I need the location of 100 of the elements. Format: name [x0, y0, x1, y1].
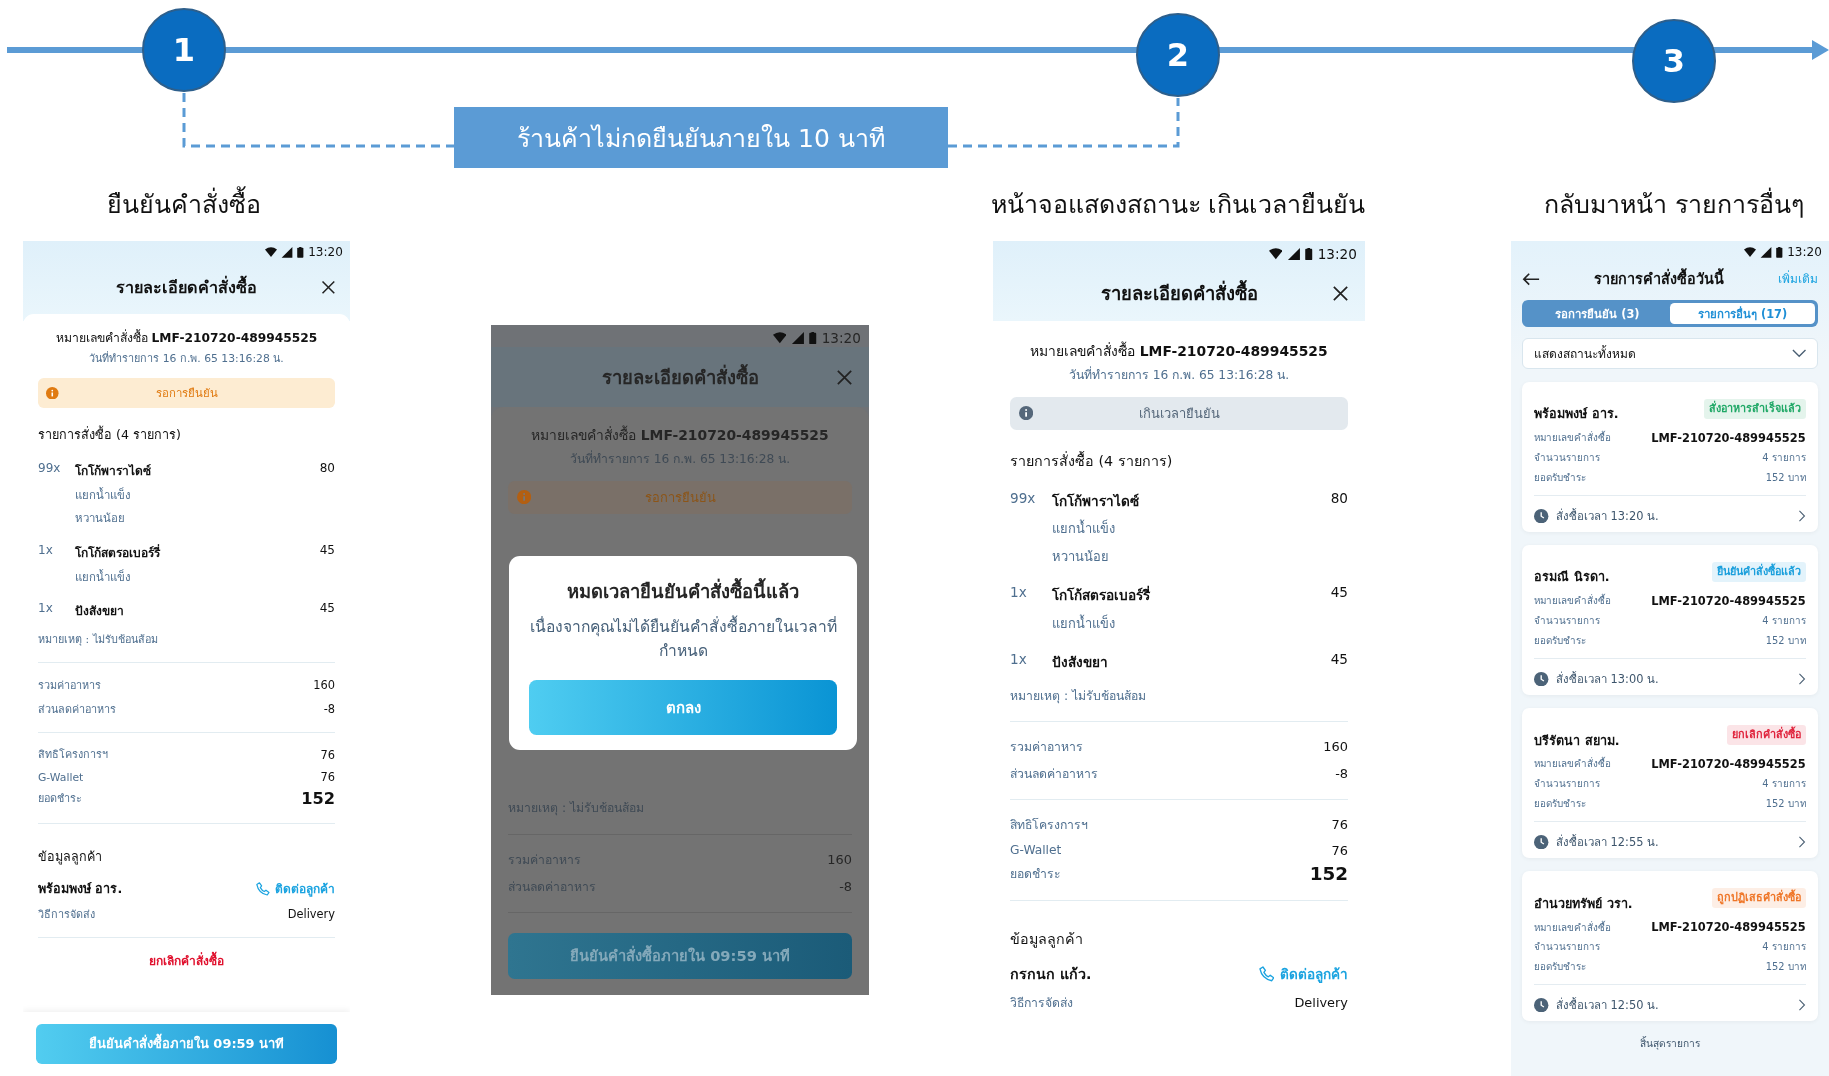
item-count: 4 รายการ: [1762, 940, 1806, 955]
status-tag: ถูกปฏิเสธคำสั่งซื้อ: [1711, 887, 1806, 908]
chevron-right-icon: [1798, 509, 1806, 522]
more-link[interactable]: เพิ่มเติม: [1778, 269, 1819, 289]
delivery-label: วิธีการจัดส่ง: [38, 906, 95, 923]
item-quantity: 1x: [38, 542, 54, 559]
item-count: 4 รายการ: [1762, 614, 1806, 629]
summary-value: 160: [313, 678, 335, 693]
order-number: หมายเลขคำสั่งซื้อ LMF-210720-489945525: [54, 328, 319, 347]
close-icon[interactable]: [1331, 283, 1351, 303]
order-time: สั่งซื้อเวลา 12:55 น.: [1555, 833, 1660, 852]
item-price: 45: [1330, 584, 1348, 603]
total-value: 152: [1309, 862, 1348, 884]
amount-value: 152 บาท: [1765, 797, 1806, 812]
battery-icon: [1305, 247, 1313, 260]
item-option: แยกน้ำแข็ง: [75, 485, 320, 504]
customer-name: บรีรัตนา สยาม.: [1534, 731, 1620, 750]
phone-icon[interactable]: [256, 881, 270, 896]
status-time: 13:20: [1317, 245, 1357, 262]
item-name: โกโก้พาราไดซ์: [75, 462, 153, 480]
order-note: หมายเหตุ : ไม่รับช้อนส้อม: [38, 631, 159, 648]
summary-label: รวมค่าอาหาร: [38, 677, 101, 694]
chevron-right-icon: [1798, 673, 1806, 685]
step-number: 3: [1632, 19, 1716, 103]
status-filter-dropdown[interactable]: แสดงสถานะทั้งหมด: [1521, 338, 1819, 370]
status-tag: ยกเลิกคำสั่งซื้อ: [1726, 724, 1806, 745]
signal-icon: [791, 331, 805, 344]
battery-icon: [809, 331, 817, 344]
item-name: ปังสังขยา: [1052, 653, 1110, 673]
item-option: หวานน้อย: [75, 509, 320, 528]
payment-label: สิทธิโครงการฯ: [1010, 817, 1088, 835]
amount-label: ยอดรับชำระ: [1534, 634, 1587, 648]
wifi-icon: [1744, 247, 1757, 258]
phone-icon[interactable]: [1258, 966, 1275, 982]
battery-icon: [297, 247, 305, 258]
order-time: สั่งซื้อเวลา 13:20 น.: [1555, 507, 1660, 525]
confirm-order-button[interactable]: ยืนยันคำสั่งซื้อภายใน 09:59 นาที: [35, 1023, 338, 1064]
info-icon: [517, 490, 532, 505]
item-price: 45: [1330, 651, 1348, 670]
total-value: 152: [301, 789, 335, 809]
clock-icon: [1534, 671, 1549, 687]
order-number: LMF-210720-489945525: [1651, 430, 1806, 445]
order-card[interactable]: พร้อมพงษ์ อาร. สั่งอาหารสำเร็จแล้ว หมายเลขคำสั่งซื้อ LMF-210720-489945525 จำนวนรายการ 4 รายการ ยอดรับชำระ 152 บาท สั่งซื้อเวลา 13:20 น.: [1521, 381, 1819, 533]
clock-icon: [1534, 834, 1549, 850]
item-option: แยกน้ำแข็ง: [1052, 612, 1331, 634]
back-icon[interactable]: [1521, 271, 1540, 286]
contact-customer-link[interactable]: ติดต่อลูกค้า: [1280, 962, 1348, 985]
contact-customer-link[interactable]: ติดต่อลูกค้า: [275, 879, 335, 899]
close-icon[interactable]: [320, 278, 337, 296]
step-caption: หน้าจอแสดงสถานะ เกินเวลายืนยัน: [990, 189, 1366, 221]
order-date: วันที่ทำรายการ 16 ก.พ. 65 13:16:28 น.: [88, 350, 285, 367]
clock-icon: [1534, 508, 1549, 524]
wifi-icon: [1268, 247, 1283, 260]
order-card[interactable]: อำนวยทรัพย์ วรา. ถูกปฏิเสธคำสั่งซื้อ หมายเลขคำสั่งซื้อ LMF-210720-489945525 จำนวนรายการ 4 รายการ ยอดรับชำระ 152 บาท สั่งซื้อเวลา 12:50 น.: [1521, 870, 1819, 1022]
order-number-label: หมายเลขคำสั่งซื้อ: [1534, 756, 1612, 772]
screen-title: รายการคำสั่งซื้อวันนี้: [1539, 267, 1779, 291]
customer-name: กรกนก แก้ว.: [1010, 964, 1092, 984]
order-card[interactable]: บรีรัตนา สยาม. ยกเลิกคำสั่งซื้อ หมายเลขคำสั่งซื้อ LMF-210720-489945525 จำนวนรายการ 4 รายการ ยอดรับชำระ 152 บาท สั่งซื้อเวลา 12:55 น.: [1521, 707, 1819, 859]
info-icon: [1019, 406, 1034, 421]
item-price: 45: [319, 601, 335, 618]
payment-label: สิทธิโครงการฯ: [38, 747, 108, 764]
customer-name: อำนวยทรัพย์ วรา.: [1534, 894, 1633, 913]
payment-value: 76: [1331, 842, 1348, 858]
item-quantity: 99x: [1010, 489, 1037, 508]
item-count-label: จำนวนรายการ: [1534, 940, 1601, 955]
order-number-label: หมายเลขคำสั่งซื้อ: [1534, 593, 1612, 609]
customer-name: อรมณี นิรดา.: [1534, 568, 1610, 587]
item-count-label: จำนวนรายการ: [1534, 777, 1601, 792]
order-time: สั่งซื้อเวลา 13:00 น.: [1555, 670, 1660, 688]
tab[interactable]: รอการยืนยัน (3): [1524, 303, 1670, 325]
payment-value: 76: [320, 770, 335, 785]
order-number-label: หมายเลขคำสั่งซื้อ: [1534, 430, 1612, 446]
order-number: หมายเลขคำสั่งซื้อ LMF-210720-489945525: [530, 424, 830, 445]
customer-name: พร้อมพงษ์ อาร.: [38, 879, 123, 898]
dialog-title: หมดเวลายืนยันคำสั่งซื้อนี้แล้ว: [567, 577, 800, 604]
item-option: หวานน้อย: [1052, 545, 1331, 567]
delivery-value: Delivery: [287, 907, 335, 922]
summary-value: 160: [1323, 738, 1348, 754]
order-number: LMF-210720-489945525: [1651, 920, 1806, 935]
wifi-icon: [772, 331, 787, 344]
order-date: วันที่ทำรายการ 16 ก.พ. 65 13:16:28 น.: [1067, 365, 1291, 384]
customer-heading: ข้อมูลลูกค้า: [38, 848, 103, 867]
total-label: ยอดชำระ: [1010, 865, 1061, 883]
payment-label: G-Wallet: [38, 771, 84, 784]
order-card[interactable]: อรมณี นิรดา. ยืนยันคำสั่งซื้อแล้ว หมายเลขคำสั่งซื้อ LMF-210720-489945525 จำนวนรายการ 4 รายการ ยอดรับชำระ 152 บาท สั่งซื้อเวลา 13:00 น.: [1521, 544, 1819, 696]
cancel-order-link[interactable]: ยกเลิกคำสั่งซื้อ: [149, 951, 224, 971]
confirm-order-button[interactable]: ยืนยันคำสั่งซื้อภายใน 09:59 นาที: [508, 933, 852, 979]
step-number: 1: [142, 8, 226, 92]
ok-button[interactable]: ตกลง: [529, 679, 838, 736]
item-count-label: จำนวนรายการ: [1534, 451, 1601, 466]
order-number: LMF-210720-489945525: [1651, 757, 1806, 771]
tab[interactable]: รายการอื่นๆ (17): [1670, 303, 1816, 325]
signal-icon: [281, 247, 294, 258]
item-quantity: 1x: [1010, 584, 1028, 603]
summary-label: รวมค่าอาหาร: [1010, 738, 1083, 756]
info-icon: [45, 386, 59, 400]
screen-title: รายละเอียดคำสั่งซื้อ: [601, 363, 759, 390]
status-time: 13:20: [1787, 245, 1822, 260]
payment-value: 76: [320, 747, 335, 762]
item-price: 80: [319, 460, 335, 477]
